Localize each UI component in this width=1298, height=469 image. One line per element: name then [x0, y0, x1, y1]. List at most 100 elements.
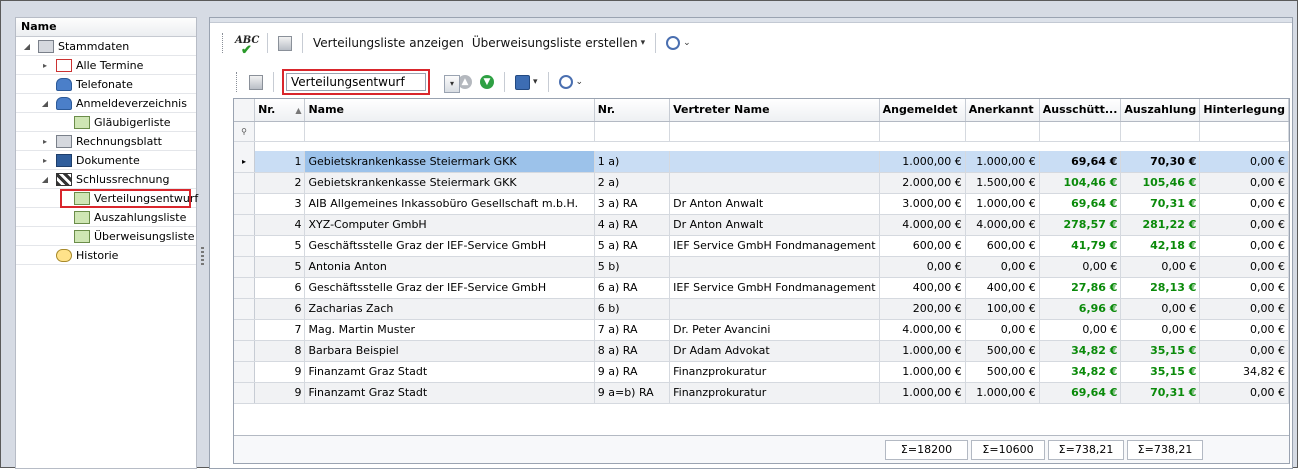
cell-hinterlegung[interactable]: 0,00 € — [1199, 277, 1289, 299]
filter-cell[interactable] — [1120, 121, 1201, 142]
cell-vertreter[interactable]: Dr Adam Advokat — [669, 340, 880, 362]
cell-vertreter[interactable]: IEF Service GmbH Fondmanagement — [669, 277, 880, 299]
tree-item-stammdaten[interactable]: ◢ Stammdaten — [16, 37, 196, 56]
cell-hinterlegung[interactable]: 0,00 € — [1199, 319, 1289, 341]
cell-ausschuett[interactable]: 278,57 € — [1039, 214, 1122, 236]
cell-name[interactable]: Geschäftsstelle Graz der IEF-Service Gmb… — [304, 235, 595, 257]
cell-name[interactable]: Gebietskrankenkasse Steiermark GKK — [304, 172, 595, 194]
cell-auszahlung[interactable]: 70,30 € — [1120, 151, 1201, 173]
cell-vertreter[interactable]: Dr Anton Anwalt — [669, 193, 880, 215]
cell-vertreter[interactable]: Dr Anton Anwalt — [669, 214, 880, 236]
row-indicator[interactable] — [234, 361, 256, 383]
tree-item-gläubigerliste[interactable]: Gläubigerliste — [16, 113, 196, 132]
cell-ausschuett[interactable]: 69,64 € — [1039, 151, 1122, 173]
spellcheck-button[interactable]: ABC ✔ — [231, 32, 261, 58]
down-icon[interactable]: ▼ — [480, 75, 494, 89]
cell-ausschuett[interactable]: 69,64 € — [1039, 193, 1122, 215]
cell-angemeldet[interactable]: 1.000,00 € — [879, 340, 966, 362]
combo-dropdown-button[interactable]: ▾ — [444, 75, 460, 93]
cell-anerkannt[interactable]: 100,00 € — [965, 298, 1040, 320]
cell-auszahlung[interactable]: 0,00 € — [1120, 256, 1201, 278]
table-row[interactable]: 2 Gebietskrankenkasse Steiermark GKK 2 a) 2… — [234, 172, 1289, 194]
cell-anerkannt[interactable]: 500,00 € — [965, 340, 1040, 362]
tree-item-auszahlungsliste[interactable]: Auszahlungsliste — [16, 208, 196, 227]
table-row[interactable]: 4 XYZ-Computer GmbH 4 a) RA Dr Anton Anwalt… — [234, 214, 1289, 236]
collapse-arrow-icon[interactable]: ◢ — [22, 37, 32, 56]
expand-arrow-icon[interactable]: ▸ — [40, 56, 50, 75]
table-row[interactable]: 9 Finanzamt Graz Stadt 9 a=b) RA Finanzprok… — [234, 382, 1289, 404]
document-button[interactable] — [274, 32, 296, 54]
cell-vertreter[interactable] — [669, 151, 880, 173]
cell-name[interactable]: Zacharias Zach — [304, 298, 595, 320]
cell-nr[interactable]: 4 — [254, 214, 306, 236]
up-icon[interactable]: ▲ — [458, 75, 472, 89]
cell-nr[interactable]: 6 — [254, 277, 306, 299]
row-indicator[interactable] — [234, 193, 256, 215]
cell-nr[interactable]: 5 — [254, 235, 306, 257]
cell-name[interactable]: Finanzamt Graz Stadt — [304, 361, 595, 383]
row-indicator[interactable] — [234, 382, 256, 404]
cell-nr[interactable]: 7 — [254, 319, 306, 341]
cell-vertreter[interactable]: Dr. Peter Avancini — [669, 319, 880, 341]
filter-cell[interactable] — [254, 121, 306, 142]
cell-auszahlung[interactable]: 42,18 € — [1120, 235, 1201, 257]
cell-angemeldet[interactable]: 2.000,00 € — [879, 172, 966, 194]
list-type-combo[interactable]: Verteilungsentwurf ▾ — [282, 69, 460, 95]
cell-nr[interactable]: 1 — [254, 151, 306, 173]
cell-angemeldet[interactable]: 4.000,00 € — [879, 319, 966, 341]
table-row[interactable]: 6 Zacharias Zach 6 b) 200,00 €100,00 €6,96 … — [234, 298, 1289, 320]
collapse-arrow-icon[interactable]: ◢ — [40, 170, 50, 189]
cell-nr[interactable]: 8 — [254, 340, 306, 362]
cell-anerkannt[interactable]: 4.000,00 € — [965, 214, 1040, 236]
create-transfer-list-button[interactable]: Überweisungsliste erstellen ▾ — [468, 32, 649, 54]
search-button[interactable]: ⌄ — [555, 71, 588, 93]
cell-auszahlung[interactable]: 281,22 € — [1120, 214, 1201, 236]
cell-anerkannt[interactable]: 0,00 € — [965, 319, 1040, 341]
cell-hinterlegung[interactable]: 0,00 € — [1199, 151, 1289, 173]
table-row[interactable]: 8 Barbara Beispiel 8 a) RA Dr Adam Advokat 1… — [234, 340, 1289, 362]
cell-vertreter[interactable] — [669, 172, 880, 194]
table-row[interactable]: 3 AIB Allgemeines Inkassobüro Gesellschaf… — [234, 193, 1289, 215]
row-indicator[interactable]: ▸ — [234, 151, 256, 173]
cell-name[interactable]: XYZ-Computer GmbH — [304, 214, 595, 236]
row-indicator[interactable] — [234, 235, 256, 257]
cell-nr2[interactable]: 7 a) RA — [594, 319, 671, 341]
cell-angemeldet[interactable]: 600,00 € — [879, 235, 966, 257]
cell-angemeldet[interactable]: 1.000,00 € — [879, 382, 966, 404]
cell-anerkannt[interactable]: 600,00 € — [965, 235, 1040, 257]
cell-nr2[interactable]: 4 a) RA — [594, 214, 671, 236]
column-header-vertreter[interactable]: Vertreter Name — [669, 99, 880, 122]
cell-auszahlung[interactable]: 0,00 € — [1120, 298, 1201, 320]
column-header-auszahlung[interactable]: Auszahlung — [1120, 99, 1201, 122]
cell-nr[interactable]: 3 — [254, 193, 306, 215]
table-row[interactable]: 9 Finanzamt Graz Stadt 9 a) RA Finanzprokur… — [234, 361, 1289, 383]
tree-item-alle-termine[interactable]: ▸ Alle Termine — [16, 56, 196, 75]
cell-ausschuett[interactable]: 0,00 € — [1039, 256, 1122, 278]
cell-nr[interactable]: 6 — [254, 298, 306, 320]
filter-cell[interactable] — [1199, 121, 1289, 142]
row-indicator[interactable] — [234, 277, 256, 299]
filter-cell[interactable] — [594, 121, 671, 142]
expand-arrow-icon[interactable]: ▸ — [40, 151, 50, 170]
column-header-hinterlegung[interactable]: Hinterlegung — [1199, 99, 1289, 122]
tree-item-dokumente[interactable]: ▸ Dokumente — [16, 151, 196, 170]
cell-nr2[interactable]: 8 a) RA — [594, 340, 671, 362]
column-header-anerkannt[interactable]: Anerkannt — [965, 99, 1040, 122]
cell-angemeldet[interactable]: 200,00 € — [879, 298, 966, 320]
tree-item-telefonate[interactable]: Telefonate — [16, 75, 196, 94]
table-row[interactable]: 5 Antonia Anton 5 b) 0,00 €0,00 €0,00 €0,00… — [234, 256, 1289, 278]
expand-arrow-icon[interactable]: ▸ — [40, 132, 50, 151]
cell-hinterlegung[interactable]: 0,00 € — [1199, 340, 1289, 362]
save-button[interactable]: ▾ — [511, 71, 542, 93]
cell-nr[interactable]: 2 — [254, 172, 306, 194]
cell-nr[interactable]: 9 — [254, 382, 306, 404]
row-indicator[interactable] — [234, 172, 256, 194]
tree-item-verteilungsentwurf[interactable]: Verteilungsentwurf — [16, 189, 198, 208]
column-header-angemeldet[interactable]: Angemeldet — [879, 99, 966, 122]
cell-nr2[interactable]: 9 a) RA — [594, 361, 671, 383]
cell-anerkannt[interactable]: 1.000,00 € — [965, 151, 1040, 173]
cell-hinterlegung[interactable]: 0,00 € — [1199, 172, 1289, 194]
collapse-arrow-icon[interactable]: ◢ — [40, 94, 50, 113]
cell-auszahlung[interactable]: 70,31 € — [1120, 382, 1201, 404]
filter-cell[interactable] — [304, 121, 595, 142]
